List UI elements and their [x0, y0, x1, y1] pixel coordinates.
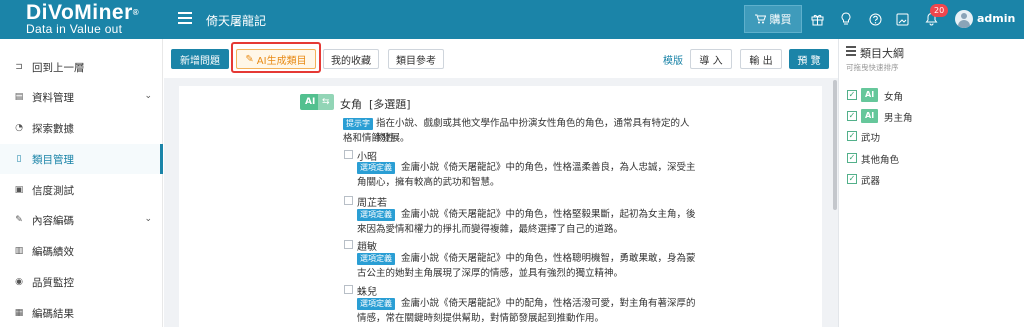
sidebar-item-label: 類目管理	[32, 153, 74, 166]
help-icon[interactable]	[866, 10, 884, 28]
gift-icon[interactable]	[808, 10, 826, 28]
highlight-box	[231, 42, 321, 73]
logo[interactable]: DiVoMiner® Data in Value out	[26, 1, 164, 37]
image-icon[interactable]	[893, 10, 911, 28]
outline-checkbox[interactable]: ✓	[847, 153, 857, 163]
option-definition-line1: 金庸小說《倚天屠龍記》中的角色，性格聰明機智，勇敢果敢，身為蒙	[401, 253, 696, 264]
export-button[interactable]: 輸 出	[740, 49, 782, 69]
sidebar-item-label: 回到上一層	[32, 61, 85, 74]
chart-icon: ▥	[14, 246, 24, 256]
back-icon: ⊐	[15, 62, 23, 72]
sidebar-item-label: 編碼結果	[32, 307, 74, 320]
hint-text-line1: 指在小說、戲劇或其他文學作品中扮演女性角色的角色，通常具有特定的人物性	[376, 118, 690, 144]
buy-button[interactable]: 購買	[744, 5, 802, 33]
option-definition-tag: 選項定義	[357, 209, 395, 221]
outline-ai-tag: AI	[861, 109, 879, 123]
sidebar-item-label: 資料管理	[32, 91, 74, 104]
chevron-down-icon: ⌄	[144, 91, 152, 101]
outline-checkbox[interactable]: ✓	[847, 174, 857, 184]
project-title: 倚天屠龍記	[206, 14, 267, 28]
option-definition-tag: 選項定義	[357, 162, 395, 174]
option-definition-line2: 來因為愛情和權力的掙扎而變得複雜，最終選擇了自己的道路。	[357, 224, 624, 235]
option-definition-line1: 金庸小說《倚天屠龍記》中的角色，性格溫柔善良，為人忠誠，深受主	[401, 162, 696, 173]
outline-title: 類目大綱	[860, 47, 904, 60]
question-title-row: 女角 [多選題]	[340, 96, 411, 112]
sidebar-item-label: 信度測試	[32, 184, 74, 197]
preview-button[interactable]: 預 覽	[789, 49, 829, 69]
option-checkbox[interactable]	[344, 285, 353, 294]
sidebar-item-category-management[interactable]: ▯ 類目管理	[0, 144, 163, 174]
menu-icon[interactable]	[178, 12, 192, 24]
dashboard-icon: ◔	[15, 123, 23, 133]
new-question-button[interactable]: 新增問題	[171, 49, 229, 69]
outline-checkbox[interactable]: ✓	[847, 131, 857, 141]
list-icon	[846, 46, 856, 56]
buy-label: 購買	[769, 13, 792, 26]
logo-reg-mark: ®	[132, 8, 140, 17]
sidebar-item-back[interactable]: ⊐ 回到上一層	[0, 52, 163, 82]
bulb-icon[interactable]	[837, 10, 855, 28]
table-icon: ▦	[14, 308, 24, 318]
avatar[interactable]	[955, 10, 973, 28]
option-definition-line2: 古公主的她對主角展現了深厚的情感，並具有強烈的獨立精神。	[357, 268, 624, 279]
cart-icon	[754, 14, 766, 24]
category-reference-button[interactable]: 類目參考	[388, 49, 444, 69]
sidebar-item-explore[interactable]: ◔ 探索數據	[0, 113, 163, 143]
option-checkbox[interactable]	[344, 240, 353, 249]
outline-item-label[interactable]: 女角	[884, 89, 903, 103]
logo-tagline: Data in Value out	[26, 22, 123, 36]
hint-tag: 提示字	[343, 118, 373, 130]
swap-icon[interactable]: ⇆	[318, 94, 334, 110]
outline-subtitle: 可拖曳快速排序	[846, 63, 899, 72]
import-button[interactable]: 導 入	[690, 49, 732, 69]
option-definition-tag: 選項定義	[357, 298, 395, 310]
sidebar-item-label: 品質監控	[32, 276, 74, 289]
username[interactable]: admin	[977, 12, 1015, 25]
notification-badge: 20	[930, 4, 949, 17]
option-definition-line2: 角關心，擁有較高的武功和智慧。	[357, 177, 500, 188]
option-label: 趙敏	[357, 242, 377, 253]
sidebar-item-coding-results[interactable]: ▦ 編碼結果	[0, 298, 163, 327]
option-definition-tag: 選項定義	[357, 253, 395, 265]
eye-icon: ◉	[15, 277, 23, 287]
outline-ai-tag: AI	[861, 88, 879, 102]
sidebar-item-reliability-test[interactable]: ▣ 信度測試	[0, 175, 163, 205]
chevron-down-icon: ⌄	[144, 214, 152, 224]
hint-text-line2: 格和情節發展。	[343, 133, 410, 144]
sidebar-item-quality-monitor[interactable]: ◉ 品質監控	[0, 267, 163, 297]
option-checkbox[interactable]	[344, 196, 353, 205]
option-definition-line2: 情感，常在關鍵時刻提供幫助，對情節發展起到推動作用。	[357, 313, 605, 324]
sidebar-item-data-management[interactable]: ▤ 資料管理 ⌄	[0, 82, 163, 112]
sidebar-item-label: 探索數據	[32, 122, 74, 135]
top-bar: DiVoMiner® Data in Value out 倚天屠龍記 購買 20…	[0, 0, 1024, 39]
document-icon: ▤	[14, 92, 24, 102]
test-icon: ▣	[14, 185, 24, 195]
my-favorites-button[interactable]: 我的收藏	[323, 49, 379, 69]
outline-item-label[interactable]: 其他角色	[861, 152, 899, 166]
outline-item-label[interactable]: 男主角	[884, 110, 913, 124]
sidebar-item-coding-performance[interactable]: ▥ 編碼績效	[0, 236, 163, 266]
sidebar-item-content-coding[interactable]: ✎ 內容編碼 ⌄	[0, 205, 163, 235]
outline-item-label[interactable]: 武功	[861, 130, 880, 144]
option-label: 蛛兒	[357, 287, 377, 298]
file-icon: ▯	[16, 154, 22, 164]
question-type: [多選題]	[369, 98, 411, 111]
outline-item-label[interactable]: 武器	[861, 173, 880, 187]
outline-checkbox[interactable]: ✓	[847, 111, 857, 121]
option-checkbox[interactable]	[344, 150, 353, 159]
outline-checkbox[interactable]: ✓	[847, 90, 857, 100]
sidebar-item-label: 內容編碼	[32, 214, 74, 227]
pencil-icon: ✎	[15, 215, 23, 225]
option-label: 小昭	[357, 152, 377, 163]
logo-text: DiVoMiner	[26, 1, 133, 24]
scrollbar-thumb[interactable]	[833, 80, 837, 210]
sidebar-item-label: 編碼績效	[32, 245, 74, 258]
option-definition-line1: 金庸小說《倚天屠龍記》中的配角，性格活潑可愛，對主角有著深厚的	[401, 298, 696, 309]
option-label: 周芷若	[357, 198, 387, 209]
template-link[interactable]: 模版	[663, 52, 683, 67]
question-title: 女角	[340, 98, 362, 111]
option-definition-line1: 金庸小說《倚天屠龍記》中的角色，性格堅毅果斷，起初為女主角，後	[401, 209, 696, 220]
